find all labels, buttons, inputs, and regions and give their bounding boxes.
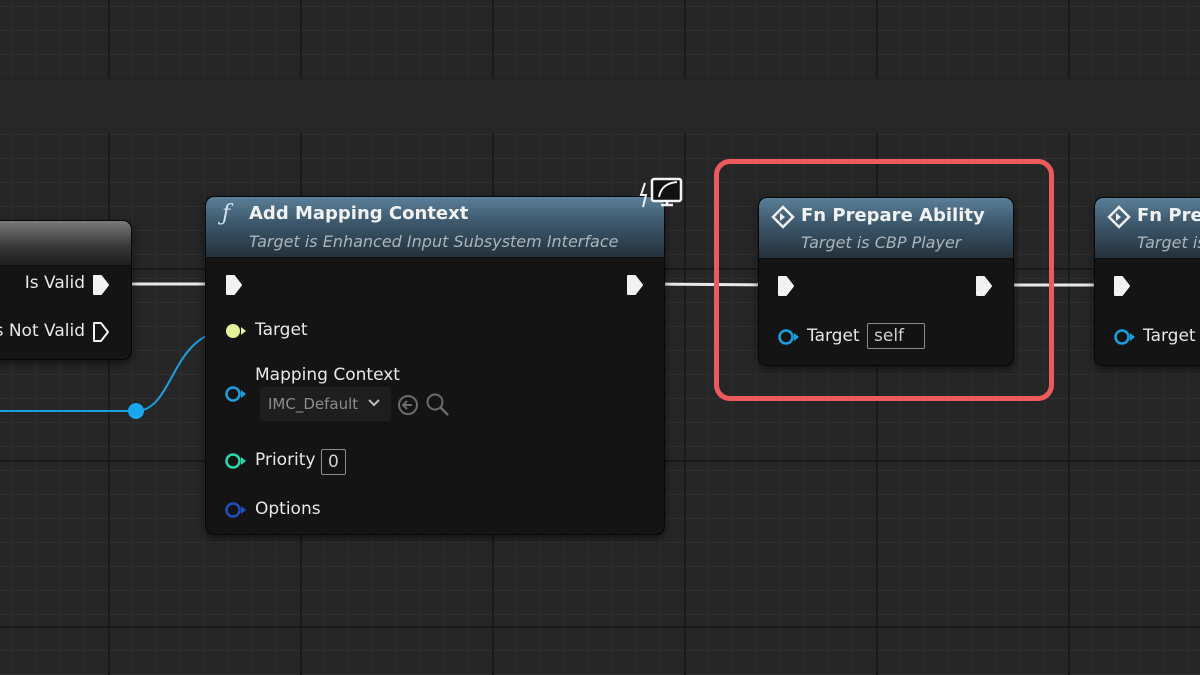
priority-pin[interactable] [224,452,248,470]
target-pin[interactable] [224,322,248,340]
mapping-context-pin[interactable] [224,385,248,403]
node-subtitle: Target is [1137,233,1200,252]
chevron-down-icon [368,399,380,407]
highlight-frame [714,159,1054,401]
is-valid-node-header [0,221,131,266]
use-selected-asset-icon[interactable] [396,393,420,417]
target-pin[interactable] [1113,328,1137,346]
client-only-icon [639,177,683,208]
target-label: Target [255,320,308,340]
target-label: Target [1143,326,1196,346]
is-not-valid-exec-pin[interactable] [92,321,110,343]
is-valid-node[interactable]: Is Valid s Not Valid [0,220,132,360]
is-not-valid-label: s Not Valid [0,321,85,341]
options-label: Options [255,499,321,519]
wire-reroute-node [128,403,144,419]
add-mapping-context-header: ƒ Add Mapping Context Target is Enhanced… [206,197,664,258]
exec-out-pin[interactable] [626,274,644,296]
options-pin[interactable] [224,501,248,519]
is-valid-exec-pin[interactable] [92,274,110,296]
node-subtitle: Target is Enhanced Input Subsystem Inter… [249,232,619,251]
add-mapping-context-node[interactable]: ƒ Add Mapping Context Target is Enhanced… [205,196,665,535]
search-icon[interactable] [425,392,451,418]
priority-label: Priority [255,450,316,470]
next-prepare-header: Fn Prep Target is [1095,198,1200,259]
exec-in-pin[interactable] [225,274,243,296]
exec-in-pin[interactable] [1113,275,1131,297]
next-prepare-node[interactable]: Fn Prep Target is Target [1094,197,1200,366]
function-icon: ƒ [222,201,231,226]
node-title: Add Mapping Context [249,203,469,224]
priority-input[interactable]: 0 [321,449,346,475]
mapping-context-combo[interactable]: IMC_Default [260,387,391,421]
mapping-context-label: Mapping Context [255,365,400,385]
mapping-context-value: IMC_Default [268,395,359,413]
node-title: Fn Prep [1137,205,1200,226]
is-valid-label: Is Valid [24,273,85,293]
event-diamond-icon [1107,205,1131,229]
